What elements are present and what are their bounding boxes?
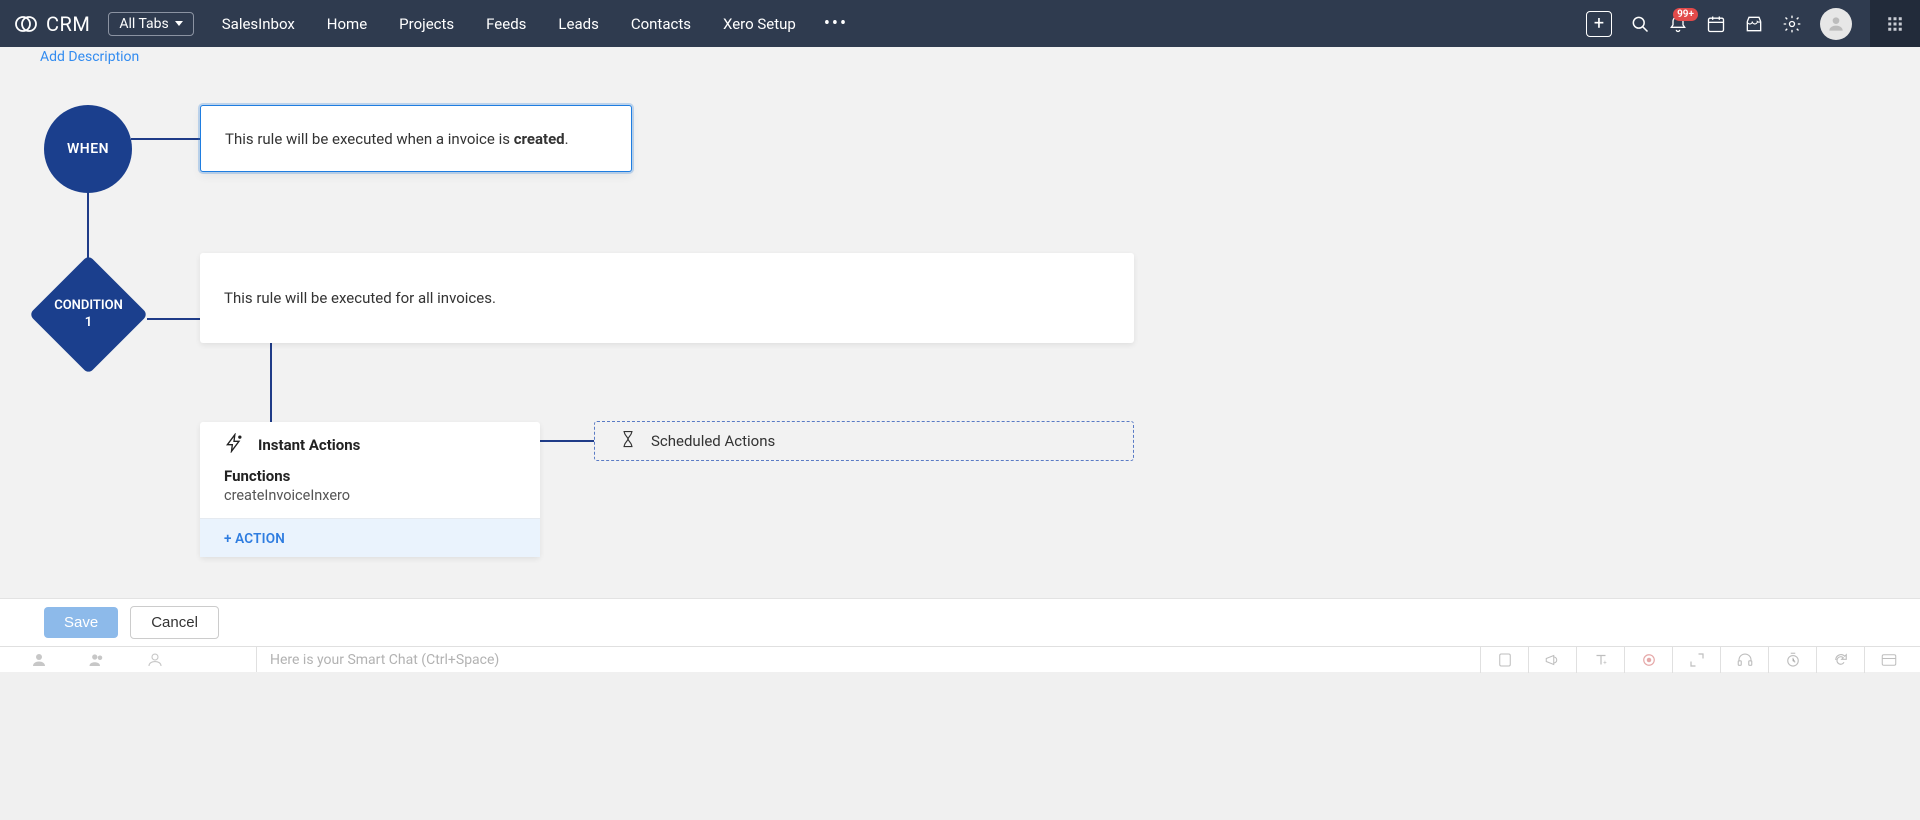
chat-tool-button[interactable]: [1816, 647, 1864, 673]
calendar-icon: [1706, 14, 1726, 34]
caret-down-icon: [175, 21, 183, 26]
clock-icon: [1784, 651, 1802, 669]
top-nav: CRM All Tabs SalesInbox Home Projects Fe…: [0, 0, 1920, 47]
all-tabs-label: All Tabs: [119, 16, 168, 32]
nav-link[interactable]: Home: [327, 15, 367, 33]
note-icon: [1496, 651, 1514, 669]
function-name: createInvoiceInxero: [224, 487, 516, 504]
apps-grid-icon: [1886, 15, 1904, 33]
gear-icon: [1782, 14, 1802, 34]
all-tabs-dropdown[interactable]: All Tabs: [108, 12, 193, 36]
headset-icon: [1736, 651, 1754, 669]
condition-node[interactable]: CONDITION 1: [30, 256, 147, 373]
instant-actions-footer: + ACTION: [200, 518, 540, 557]
expand-icon: [1688, 651, 1706, 669]
calendar-button[interactable]: [1706, 14, 1726, 34]
chat-tool-button[interactable]: +: [1576, 647, 1624, 673]
chat-tool-button[interactable]: [1720, 647, 1768, 673]
condition-text: This rule will be executed for all invoi…: [224, 289, 496, 307]
brand-logo-icon: [14, 12, 38, 36]
connector-line: [131, 138, 200, 140]
megaphone-icon: [1544, 651, 1562, 669]
chat-tool-button[interactable]: [1480, 647, 1528, 673]
chat-tool-button[interactable]: [1768, 647, 1816, 673]
store-icon: [1744, 14, 1764, 34]
nav-link[interactable]: Feeds: [486, 15, 526, 33]
svg-text:+: +: [1603, 659, 1607, 666]
when-text-bold: created: [514, 130, 565, 148]
smart-chat-bar: Here is your Smart Chat (Ctrl+Space) +: [0, 646, 1920, 672]
nav-link[interactable]: Leads: [558, 15, 598, 33]
profile-button[interactable]: [1820, 8, 1852, 40]
when-description-box[interactable]: This rule will be executed when a invoic…: [200, 105, 632, 172]
connector-line: [270, 343, 272, 423]
marketplace-button[interactable]: [1744, 14, 1764, 34]
when-text-prefix: This rule will be executed when a invoic…: [225, 130, 514, 148]
refresh-icon: [1832, 651, 1850, 669]
scheduled-actions-card[interactable]: Scheduled Actions: [594, 421, 1134, 461]
text-icon: +: [1592, 651, 1610, 669]
chat-presence-button[interactable]: [30, 651, 48, 669]
apps-launcher-button[interactable]: [1870, 0, 1920, 47]
nav-more-icon[interactable]: •••: [824, 13, 848, 34]
notifications-button[interactable]: 99+: [1668, 14, 1688, 34]
create-button[interactable]: +: [1586, 11, 1612, 37]
chat-placeholder[interactable]: Here is your Smart Chat (Ctrl+Space): [270, 652, 499, 668]
workflow-canvas: Add Description WHEN This rule will be e…: [0, 47, 1920, 598]
nav-link[interactable]: Contacts: [631, 15, 691, 33]
avatar-icon: [1820, 8, 1852, 40]
instant-actions-title: Instant Actions: [258, 436, 360, 454]
condition-description-box[interactable]: This rule will be executed for all invoi…: [200, 253, 1134, 343]
chat-right-icons: +: [1480, 647, 1912, 672]
functions-label: Functions: [224, 467, 516, 485]
save-bar: Save Cancel: [0, 598, 1920, 646]
layout-icon: [1880, 651, 1898, 669]
brand-text: CRM: [46, 12, 90, 36]
cancel-button[interactable]: Cancel: [130, 606, 219, 639]
search-button[interactable]: [1630, 14, 1650, 34]
person-icon: [30, 651, 48, 669]
condition-node-label: CONDITION 1: [54, 298, 123, 332]
people-icon: [88, 651, 106, 669]
nav-link[interactable]: Projects: [399, 15, 454, 33]
chat-tool-button[interactable]: [1528, 647, 1576, 673]
when-node-label: WHEN: [67, 141, 109, 157]
chat-bot-button[interactable]: [146, 651, 164, 669]
search-icon: [1630, 14, 1650, 34]
chat-left-icons: [0, 651, 164, 669]
chat-tool-button[interactable]: [1672, 647, 1720, 673]
scheduled-actions-title: Scheduled Actions: [651, 432, 775, 450]
notification-badge: 99+: [1673, 8, 1698, 21]
lightning-icon: [224, 433, 244, 457]
chat-contacts-button[interactable]: [88, 651, 106, 669]
instant-actions-header: Instant Actions: [200, 422, 540, 465]
brand[interactable]: CRM: [14, 12, 90, 36]
plus-icon: +: [1586, 11, 1612, 37]
settings-button[interactable]: [1782, 14, 1802, 34]
nav-right: + 99+: [1586, 0, 1920, 47]
record-icon: [1640, 651, 1658, 669]
connector-line: [87, 183, 89, 261]
nav-link[interactable]: SalesInbox: [222, 15, 295, 33]
add-action-button[interactable]: + ACTION: [224, 531, 285, 547]
condition-label-line1: CONDITION: [54, 298, 123, 313]
instant-actions-card: Instant Actions Functions createInvoiceI…: [200, 422, 540, 557]
instant-actions-body[interactable]: Functions createInvoiceInxero: [200, 465, 540, 518]
when-text-suffix: .: [565, 130, 569, 148]
when-text: This rule will be executed when a invoic…: [225, 130, 569, 148]
hourglass-icon: [619, 430, 637, 452]
add-description-link[interactable]: Add Description: [40, 49, 139, 65]
chat-tool-button[interactable]: [1624, 647, 1672, 673]
person-outline-icon: [146, 651, 164, 669]
condition-label-line2: 1: [85, 315, 92, 330]
nav-link[interactable]: Xero Setup: [723, 15, 796, 33]
connector-line: [147, 318, 200, 320]
save-button[interactable]: Save: [44, 607, 118, 638]
chat-divider: [256, 647, 257, 672]
nav-links: SalesInbox Home Projects Feeds Leads Con…: [222, 15, 796, 33]
chat-tool-button[interactable]: [1864, 647, 1912, 673]
when-node[interactable]: WHEN: [44, 105, 132, 193]
